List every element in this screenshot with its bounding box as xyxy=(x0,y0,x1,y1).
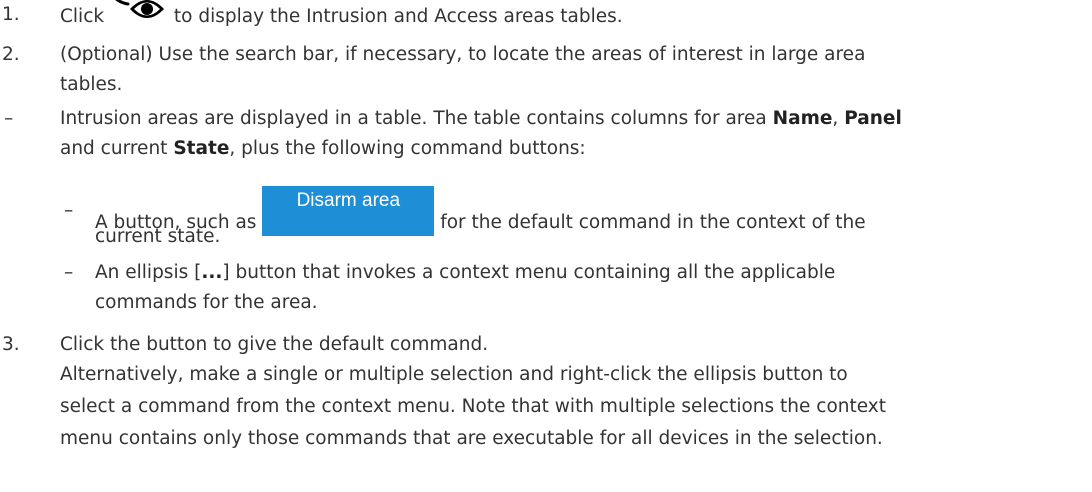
eye-icon xyxy=(110,0,168,23)
bullet-text: , plus the following command buttons: xyxy=(229,138,586,159)
dash: – xyxy=(64,262,74,283)
disarm-area-button: Disarm area xyxy=(262,186,435,236)
step-number: 1. xyxy=(2,4,20,25)
bullet-intrusion-line2: and current State, plus the following co… xyxy=(60,136,586,162)
bold-ellipsis: ... xyxy=(201,262,223,283)
sub-bullet-text: for the default command in the context o… xyxy=(440,212,866,233)
bold-panel: Panel xyxy=(844,108,902,129)
step-text: Click xyxy=(60,6,105,27)
sub-bullet-text: An ellipsis [ xyxy=(95,262,202,283)
bullet-text: and current xyxy=(60,138,168,159)
sub-bullet-text: ] button that invokes a context menu con… xyxy=(222,262,836,283)
step-3-line4: menu contains only those commands that a… xyxy=(60,428,883,449)
sub-bullet-button-line2: current state. xyxy=(95,226,221,247)
step-text: to display the Intrusion and Access area… xyxy=(173,6,623,27)
sub-bullet-ellipsis-line2: commands for the area. xyxy=(95,292,318,313)
step-3-line3: select a command from the context menu. … xyxy=(60,396,886,417)
bold-state: State xyxy=(173,138,230,159)
step-number: 2. xyxy=(2,44,20,65)
step-text: (Optional) Use the search bar, if necess… xyxy=(60,44,866,65)
step-2-continuation: tables. xyxy=(60,74,123,95)
step-number: 3. xyxy=(2,334,20,355)
comma: , xyxy=(832,108,839,129)
dash: – xyxy=(64,200,74,221)
step-3-line2: Alternatively, make a single or multiple… xyxy=(60,364,848,385)
dash: – xyxy=(4,108,14,129)
step-text: Click the button to give the default com… xyxy=(60,334,489,355)
bullet-text: Intrusion areas are displayed in a table… xyxy=(60,108,767,129)
bold-name: Name xyxy=(772,108,833,129)
